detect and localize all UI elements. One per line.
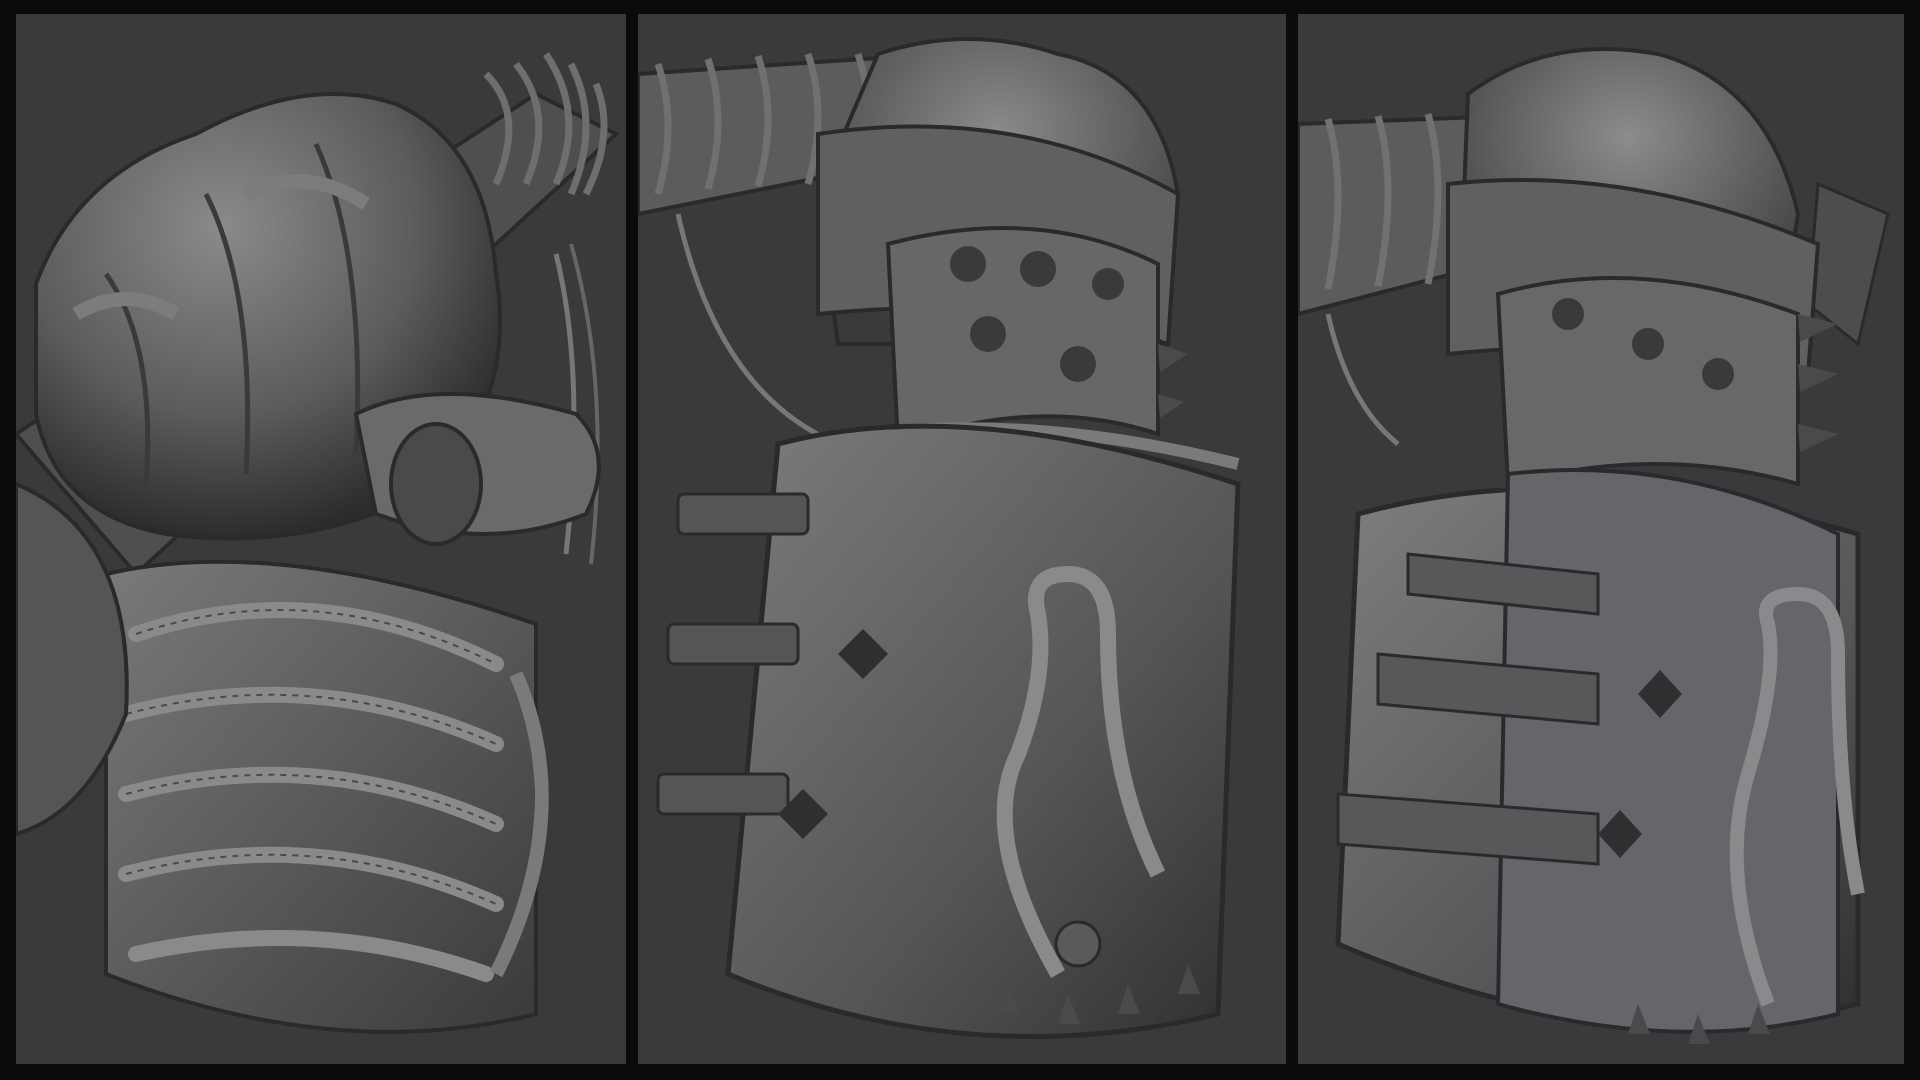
gauntlet-side-sculpt-render [638,37,1241,1039]
gauntlet-three-quarter-sculpt-render [1298,47,1890,1044]
sculpt-view-gauntlet-side [638,14,1286,1064]
triptych-frame [0,0,1920,1080]
hand-grip-sculpt-render [16,52,620,1034]
sculpt-view-gauntlet-three-quarter [1298,14,1904,1064]
sculpt-view-hand-grip [16,14,626,1064]
